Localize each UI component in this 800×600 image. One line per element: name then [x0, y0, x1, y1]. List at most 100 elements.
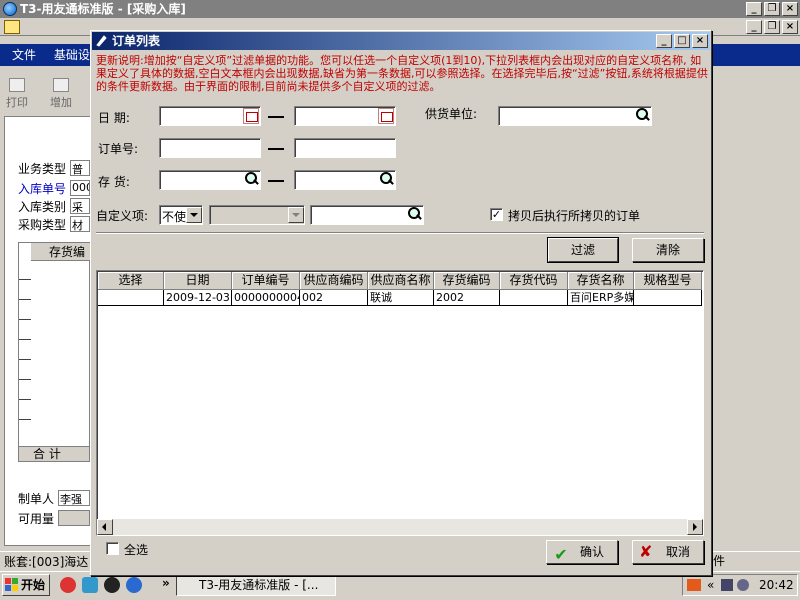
clock: 20:42 — [759, 578, 794, 592]
dialog-window-controls: _ □ × — [656, 34, 708, 48]
range-dash — [268, 180, 284, 182]
calendar-icon[interactable] — [378, 108, 394, 124]
cancel-button[interactable]: ✘ 取消 — [632, 540, 704, 564]
document-icon — [4, 20, 20, 34]
app-window-controls: _ ❐ × — [746, 2, 798, 16]
custom-lookup-icon[interactable] — [406, 205, 424, 223]
table-cell: 2002 — [434, 290, 500, 306]
column-header[interactable]: 存货编码 — [434, 272, 500, 290]
column-header[interactable]: 存货代码 — [500, 272, 568, 290]
tray-app-icon[interactable] — [687, 579, 701, 591]
pen-icon — [95, 34, 108, 47]
receipt-no-label: 入库单号 — [18, 182, 67, 196]
custom-item-label: 自定义项: — [96, 209, 149, 223]
dialog-maximize-button[interactable]: □ — [674, 34, 690, 48]
scroll-left-icon[interactable] — [97, 519, 113, 535]
column-header[interactable]: 日期 — [164, 272, 232, 290]
print-button[interactable]: 打印 — [2, 78, 32, 112]
horizontal-scrollbar[interactable] — [97, 519, 703, 535]
chevron-down-icon[interactable] — [186, 207, 202, 223]
inventory-lookup-icon[interactable] — [378, 170, 396, 188]
dialog-minimize-button[interactable]: _ — [656, 34, 672, 48]
table-cell: 0000000004 — [232, 290, 300, 306]
custom-item-select[interactable]: 不使 — [159, 205, 203, 225]
table-cell: 002 — [300, 290, 368, 306]
table-cell: 联诚 — [368, 290, 434, 306]
copy-order-checkbox[interactable]: ✓ — [490, 208, 503, 221]
app-title-bar: T3-用友通标准版 - [采购入库] — [0, 0, 800, 18]
order-no-to-input[interactable] — [294, 138, 396, 158]
dialog-title-bar: 订单列表 — [92, 32, 710, 50]
toolbar: 打印 增加 — [0, 76, 100, 112]
inventory-label: 存 货: — [98, 175, 130, 189]
document-window-controls: _ ❐ × — [746, 20, 798, 34]
column-header[interactable]: 订单编号 — [232, 272, 300, 290]
network-icon[interactable] — [721, 579, 733, 591]
printer-icon — [9, 78, 25, 92]
ok-button[interactable]: 确认 — [546, 540, 618, 564]
dialog-close-button[interactable]: × — [692, 34, 708, 48]
app-title: T3-用友通标准版 - [采购入库] — [20, 2, 186, 16]
biz-type-field[interactable]: 普通 — [70, 160, 90, 176]
doc-restore-button[interactable]: ❐ — [764, 20, 780, 34]
biz-type-label: 业务类型 — [18, 162, 67, 176]
quicklaunch-chevron[interactable]: » — [162, 576, 170, 590]
restore-button[interactable]: ❐ — [764, 2, 780, 16]
receipt-grid: 存货编 — [18, 242, 91, 462]
windows-logo-icon — [5, 578, 19, 592]
tray-chevron[interactable]: « — [707, 575, 714, 595]
doc-close-button[interactable]: × — [782, 20, 798, 34]
category-label: 入库类别 — [18, 200, 67, 214]
inventory-lookup-icon[interactable] — [243, 170, 261, 188]
table-cell[interactable] — [98, 290, 164, 306]
table-cell: 百问ERP多媒 — [568, 290, 634, 306]
order-no-from-input[interactable] — [159, 138, 261, 158]
menu-file[interactable]: 文件 — [12, 48, 36, 62]
scroll-right-icon[interactable] — [687, 519, 703, 535]
clear-button[interactable]: 清除 — [632, 238, 704, 262]
category-field[interactable]: 采 — [70, 198, 90, 214]
column-header[interactable]: 存货名称 — [568, 272, 634, 290]
select-all-checkbox[interactable] — [106, 542, 119, 555]
chevron-down-icon — [288, 207, 304, 223]
available-label: 可用量 — [18, 512, 55, 526]
table-row[interactable]: 2009-12-03 0000000004 002 联诚 2002 百问ERP多… — [98, 290, 702, 306]
order-table-header: 选择 日期 订单编号 供应商编码 供应商名称 存货编码 存货代码 存货名称 规格… — [98, 272, 702, 290]
column-header[interactable]: 供应商名称 — [368, 272, 434, 290]
taskbar-item-t3[interactable]: T3-用友通标准版 - [... — [176, 574, 336, 596]
quicklaunch-desktop-icon[interactable] — [82, 577, 98, 593]
add-icon — [53, 78, 69, 92]
qq-icon[interactable] — [104, 577, 120, 593]
close-button[interactable]: × — [782, 2, 798, 16]
calendar-icon[interactable] — [243, 108, 259, 124]
print-label: 打印 — [6, 96, 28, 109]
minimize-button[interactable]: _ — [746, 2, 762, 16]
select-all-label: 全选 — [124, 543, 149, 557]
table-cell — [634, 290, 702, 306]
volume-icon[interactable] — [737, 579, 749, 591]
column-header[interactable]: 规格型号 — [634, 272, 702, 290]
status-account: 账套:[003]海达 — [4, 555, 89, 569]
quicklaunch-app-icon[interactable] — [60, 577, 76, 593]
doc-minimize-button[interactable]: _ — [746, 20, 762, 34]
purchase-type-label: 采购类型 — [18, 218, 67, 232]
column-header[interactable]: 供应商编码 — [300, 272, 368, 290]
add-label: 增加 — [50, 96, 72, 109]
receipt-no-field[interactable]: 000 — [70, 180, 90, 196]
column-header[interactable]: 选择 — [98, 272, 164, 290]
available-field — [58, 510, 90, 526]
internet-explorer-icon[interactable] — [126, 577, 142, 593]
app-logo-icon — [3, 2, 17, 16]
maker-label: 制单人 — [18, 492, 55, 506]
add-button[interactable]: 增加 — [46, 78, 76, 112]
custom-item-name-select — [209, 205, 305, 225]
range-dash — [268, 148, 284, 150]
order-table: 选择 日期 订单编号 供应商编码 供应商名称 存货编码 存货代码 存货名称 规格… — [96, 270, 704, 536]
menu-basic-settings[interactable]: 基础设 — [54, 48, 90, 62]
supplier-lookup-icon[interactable] — [634, 106, 652, 124]
filter-button[interactable]: 过滤 — [547, 237, 619, 263]
supplier-input[interactable] — [498, 106, 652, 126]
purchase-type-field[interactable]: 材 — [70, 216, 90, 232]
date-label: 日 期: — [98, 111, 130, 125]
range-dash — [268, 116, 284, 118]
